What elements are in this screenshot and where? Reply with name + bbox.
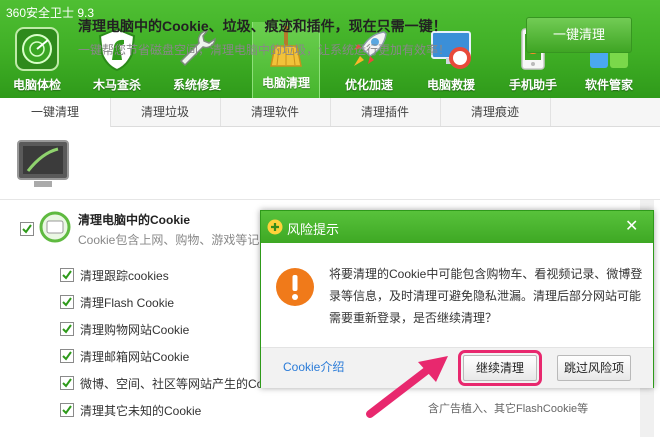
tab-clean-software[interactable]: 清理软件 <box>220 98 331 126</box>
banner-title: 清理电脑中的Cookie、垃圾、痕迹和插件，现在只需一键！ <box>78 18 447 34</box>
tool-label: 电脑体检 <box>12 78 61 92</box>
tool-label: 电脑救援 <box>426 78 475 92</box>
tool-label: 优化加速 <box>344 78 393 92</box>
group-checkbox[interactable] <box>20 222 34 236</box>
item-checkbox[interactable] <box>60 322 74 336</box>
group-description: Cookie包含上网、购物、游戏等记 <box>78 233 260 247</box>
tool-label: 木马查杀 <box>92 78 141 92</box>
close-icon[interactable]: ✕ <box>625 219 638 235</box>
item-label: 清理购物网站Cookie <box>80 323 190 337</box>
tool-label: 软件管家 <box>584 78 633 92</box>
item-checkbox[interactable] <box>60 268 74 282</box>
monitor-broom-icon <box>16 137 70 194</box>
tool-label: 手机助手 <box>508 78 557 92</box>
item-checkbox[interactable] <box>60 349 74 363</box>
tab-clean-plugins[interactable]: 清理插件 <box>330 98 441 126</box>
item-checkbox[interactable] <box>60 295 74 309</box>
tool-pc-checkup[interactable]: 电脑体检 <box>4 24 70 96</box>
banner-subtitle: 一键帮您节省磁盘空间，清理电脑中的垃圾，让系统运行更加有效率！ <box>78 43 451 57</box>
banner <box>0 127 660 200</box>
dialog-message: 将要清理的Cookie中可能包含购物车、看视频记录、微博登录等信息，及时清理可避… <box>329 267 643 325</box>
continue-clean-button[interactable]: 继续清理 <box>458 350 542 386</box>
cookie-gear-icon <box>38 210 72 247</box>
warning-icon <box>275 267 315 310</box>
cookie-intro-link[interactable]: Cookie介绍 <box>283 358 344 375</box>
group-title: 清理电脑中的Cookie <box>78 213 191 227</box>
item-label: 清理跟踪cookies <box>80 269 169 283</box>
item-label: 清理邮箱网站Cookie <box>80 350 190 364</box>
plus-badge-icon <box>267 219 283 238</box>
tool-label: 系统修复 <box>172 78 221 92</box>
skip-risk-button[interactable]: 跳过风险项 <box>557 355 631 381</box>
item-checkbox[interactable] <box>60 403 74 417</box>
tab-clean-traces[interactable]: 清理痕迹 <box>440 98 551 126</box>
pointer-arrow-annotation <box>360 350 460 423</box>
tool-label: 电脑清理 <box>261 76 310 90</box>
tab-one-click-clean[interactable]: 一键清理 <box>0 98 111 127</box>
item-checkbox[interactable] <box>60 376 74 390</box>
tab-clean-junk[interactable]: 清理垃圾 <box>110 98 221 126</box>
item-label: 清理其它未知的Cookie <box>80 404 202 418</box>
one-click-clean-button[interactable]: 一键清理 <box>526 17 632 53</box>
item-label: 清理Flash Cookie <box>80 296 175 310</box>
radar-icon <box>14 26 60 72</box>
item-label: 微博、空间、社区等网站产生的Co <box>80 377 264 391</box>
dialog-title: 风险提示 <box>287 222 340 237</box>
